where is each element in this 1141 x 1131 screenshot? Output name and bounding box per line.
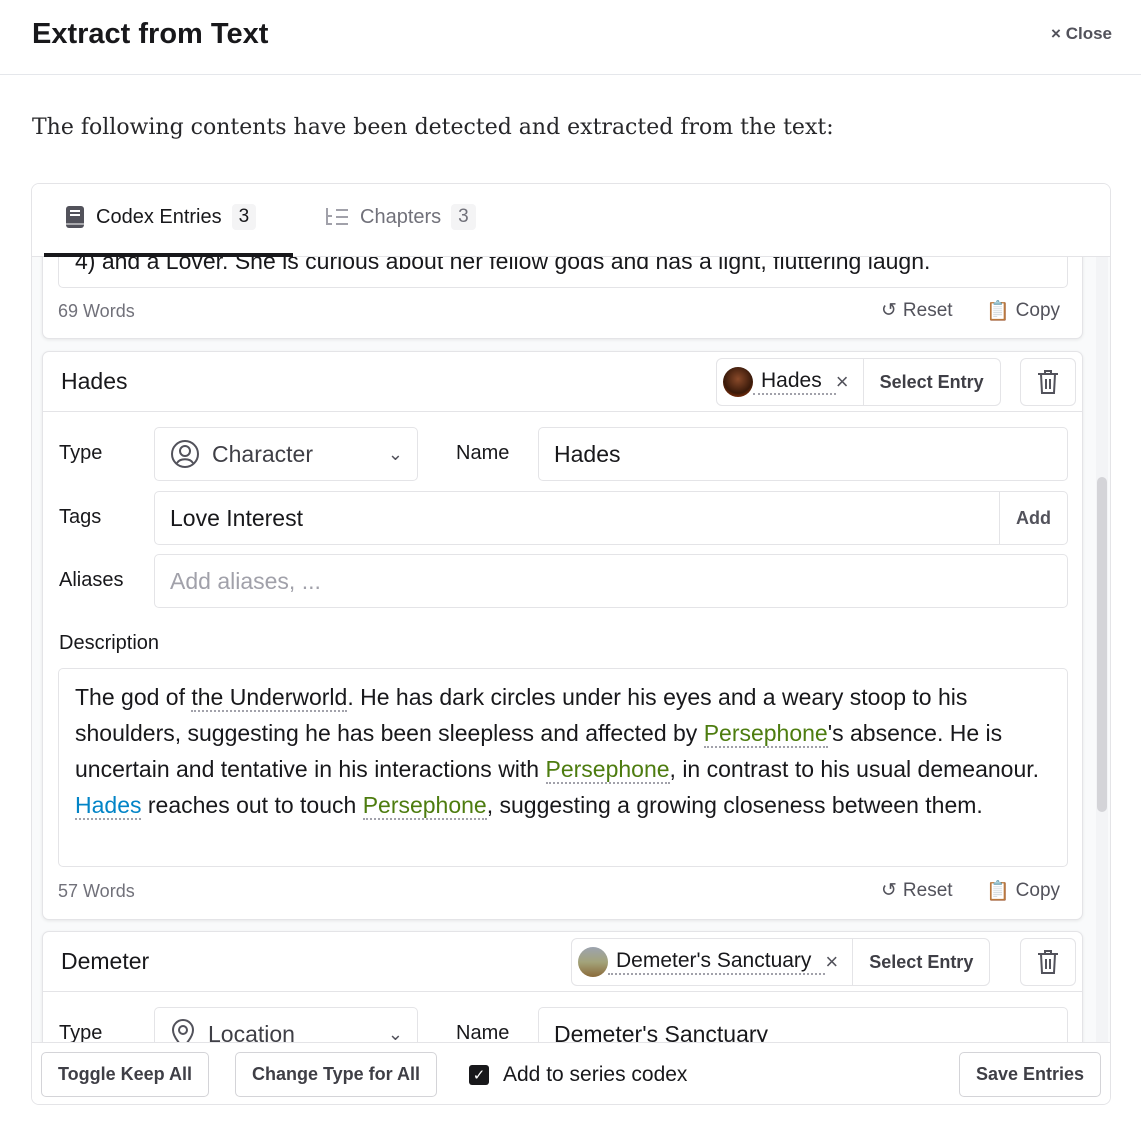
name-label: Name: [456, 1022, 510, 1042]
reset-button[interactable]: ↺ Reset: [881, 299, 953, 322]
selected-entry-link[interactable]: Hades: [753, 369, 836, 395]
dialog-title: Extract from Text: [32, 18, 269, 50]
book-icon: [66, 206, 84, 228]
codex-link[interactable]: Persephone: [703, 720, 828, 748]
codex-card: Hades Hades × Select Entry Type Characte…: [42, 351, 1083, 920]
clear-selection-icon[interactable]: ×: [836, 369, 863, 395]
clipboard-icon: 📋: [986, 881, 1010, 902]
delete-button[interactable]: [1020, 938, 1076, 986]
add-to-series-checkbox[interactable]: ✓ Add to series codex: [469, 1063, 687, 1087]
copy-button[interactable]: 📋 Copy: [986, 299, 1060, 323]
entries-scroll-area[interactable]: 4) and a Lover. She is curious about her…: [32, 257, 1110, 1042]
aliases-input[interactable]: Add aliases, ...: [154, 554, 1068, 608]
card-header: Demeter Demeter's Sanctuary × Select Ent…: [43, 932, 1082, 992]
card-header: Hades Hades × Select Entry: [43, 352, 1082, 412]
tab-label: Codex Entries: [96, 205, 222, 228]
aliases-label: Aliases: [59, 569, 124, 591]
add-tag-button[interactable]: Add: [999, 492, 1067, 544]
user-circle-icon: [171, 440, 199, 468]
tab-count: 3: [231, 204, 257, 230]
list-tree-icon: [326, 208, 348, 225]
tab-label: Chapters: [360, 205, 442, 228]
description-textarea[interactable]: The god of the Underworld. He has dark c…: [58, 668, 1068, 867]
codex-card: Demeter Demeter's Sanctuary × Select Ent…: [42, 931, 1083, 1042]
codex-card: 4) and a Lover. She is curious about her…: [42, 257, 1083, 339]
trash-icon: [1038, 950, 1058, 974]
undo-icon: ↺: [881, 880, 897, 901]
clipboard-icon: 📋: [986, 301, 1010, 322]
selected-entry-link[interactable]: Demeter's Sanctuary: [608, 949, 826, 975]
chevron-down-icon: ⌄: [387, 1023, 403, 1043]
card-title: Demeter: [61, 948, 150, 974]
tab-codex-entries[interactable]: Codex Entries 3: [64, 204, 257, 230]
clear-selection-icon[interactable]: ×: [825, 949, 852, 975]
name-input[interactable]: Demeter's Sanctuary: [538, 1007, 1068, 1042]
card-title: Hades: [61, 368, 128, 394]
avatar: [578, 947, 608, 977]
description-label: Description: [59, 632, 160, 654]
avatar: [723, 367, 753, 397]
codex-link[interactable]: Persephone: [362, 792, 487, 820]
codex-link[interactable]: Hades: [75, 792, 142, 820]
trash-icon: [1038, 370, 1058, 394]
intro-text: The following contents have been detecte…: [32, 115, 834, 140]
map-pin-icon: [171, 1019, 195, 1042]
select-entry-button[interactable]: Select Entry: [862, 359, 1000, 405]
save-entries-button[interactable]: Save Entries: [958, 1052, 1101, 1097]
checkmark-icon: ✓: [469, 1065, 489, 1085]
type-select[interactable]: Character ⌄: [154, 427, 418, 481]
tab-count: 3: [451, 204, 476, 230]
codex-link[interactable]: Persephone: [545, 756, 670, 784]
description-textarea[interactable]: 4) and a Lover. She is curious about her…: [58, 257, 1068, 288]
name-label: Name: [456, 442, 510, 464]
tags-label: Tags: [59, 506, 102, 528]
close-button[interactable]: × Close: [1051, 24, 1112, 44]
reset-button[interactable]: ↺ Reset: [881, 879, 953, 902]
scrollbar[interactable]: [1096, 257, 1108, 1042]
type-select[interactable]: Location ⌄: [154, 1007, 418, 1042]
copy-button[interactable]: 📋 Copy: [986, 879, 1060, 903]
tags-input[interactable]: Love Interest Add: [154, 491, 1068, 545]
tab-chapters[interactable]: Chapters 3: [324, 204, 476, 230]
delete-button[interactable]: [1020, 358, 1076, 406]
codex-link[interactable]: the Underworld: [191, 684, 348, 712]
undo-icon: ↺: [881, 300, 897, 321]
change-type-for-all-button[interactable]: Change Type for All: [235, 1052, 438, 1097]
active-tab-indicator: [44, 253, 293, 257]
extract-panel: Codex Entries 3 Chapters 3 4) and a Love…: [31, 183, 1111, 1105]
chevron-down-icon: ⌄: [387, 443, 403, 464]
tab-bar: Codex Entries 3 Chapters 3: [32, 184, 1110, 257]
word-count: 69 Words: [58, 301, 135, 321]
name-input[interactable]: Hades: [538, 427, 1068, 481]
dialog-header: Extract from Text × Close: [0, 0, 1141, 75]
panel-footer: Toggle Keep All Change Type for All ✓ Add…: [32, 1042, 1110, 1104]
type-label: Type: [59, 442, 103, 464]
type-label: Type: [59, 1022, 103, 1042]
entry-selector: Demeter's Sanctuary × Select Entry: [571, 938, 991, 986]
toggle-keep-all-button[interactable]: Toggle Keep All: [41, 1052, 210, 1097]
entry-selector: Hades × Select Entry: [716, 358, 1001, 406]
word-count: 57 Words: [58, 881, 135, 901]
scrollbar-thumb[interactable]: [1097, 477, 1107, 812]
select-entry-button[interactable]: Select Entry: [852, 939, 989, 985]
